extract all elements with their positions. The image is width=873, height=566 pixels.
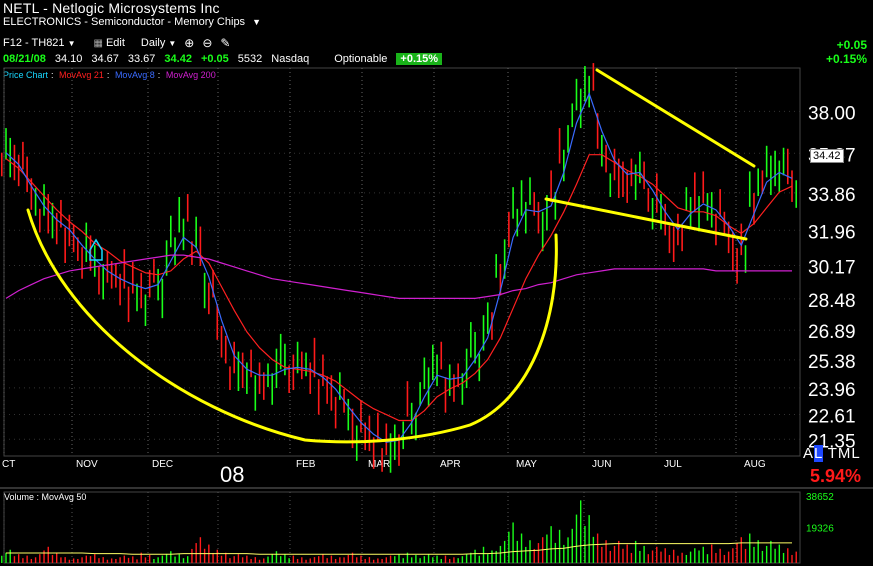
x-tick-label: APR [440, 459, 461, 470]
al-suffix: TML [822, 445, 861, 462]
x-tick-label: JUN [592, 459, 611, 470]
al-selected: L [814, 445, 823, 462]
x-tick-label: CT [2, 459, 15, 470]
price-chart[interactable]: 38.0035.8733.8631.9630.1728.4826.8925.38… [0, 0, 873, 566]
x-tick-label: JUL [664, 459, 682, 470]
y-tick-label: 22.61 [808, 406, 856, 427]
x-tick-label: AUG [744, 459, 766, 470]
year-label: 08 [220, 462, 245, 487]
y-tick-label: 33.86 [808, 185, 856, 206]
x-tick-label: MAY [516, 459, 537, 470]
y-tick-label: 38.00 [808, 103, 856, 124]
y-tick-label: 25.38 [808, 352, 856, 373]
y-tick-label: 31.96 [808, 222, 856, 243]
x-tick-label: MAR [368, 459, 390, 470]
x-tick-label: FEB [296, 459, 316, 470]
y-tick-label: 28.48 [808, 291, 856, 312]
volume-max-label: 38652 [806, 492, 834, 503]
x-tick-label: NOV [76, 459, 98, 470]
flag-upper-line [595, 68, 756, 168]
x-tick-label: DEC [152, 459, 173, 470]
y-tick-label: 26.89 [808, 322, 856, 343]
earnings-marker-icon [89, 238, 103, 261]
rs-percentage: 5.94% [810, 466, 862, 486]
volume-legend: Volume : MovAvg 50 [4, 492, 87, 502]
cup-annotation [26, 208, 558, 444]
y-tick-label: 23.96 [808, 380, 856, 401]
last-price-tag: 34.42 [810, 149, 844, 163]
y-tick-label: 30.17 [808, 258, 856, 279]
volume-mid-label: 19326 [806, 524, 834, 535]
al-tml-toggle[interactable]: AL TML [803, 445, 861, 462]
volume-panel-frame [3, 491, 801, 564]
al-prefix: A [803, 445, 815, 462]
